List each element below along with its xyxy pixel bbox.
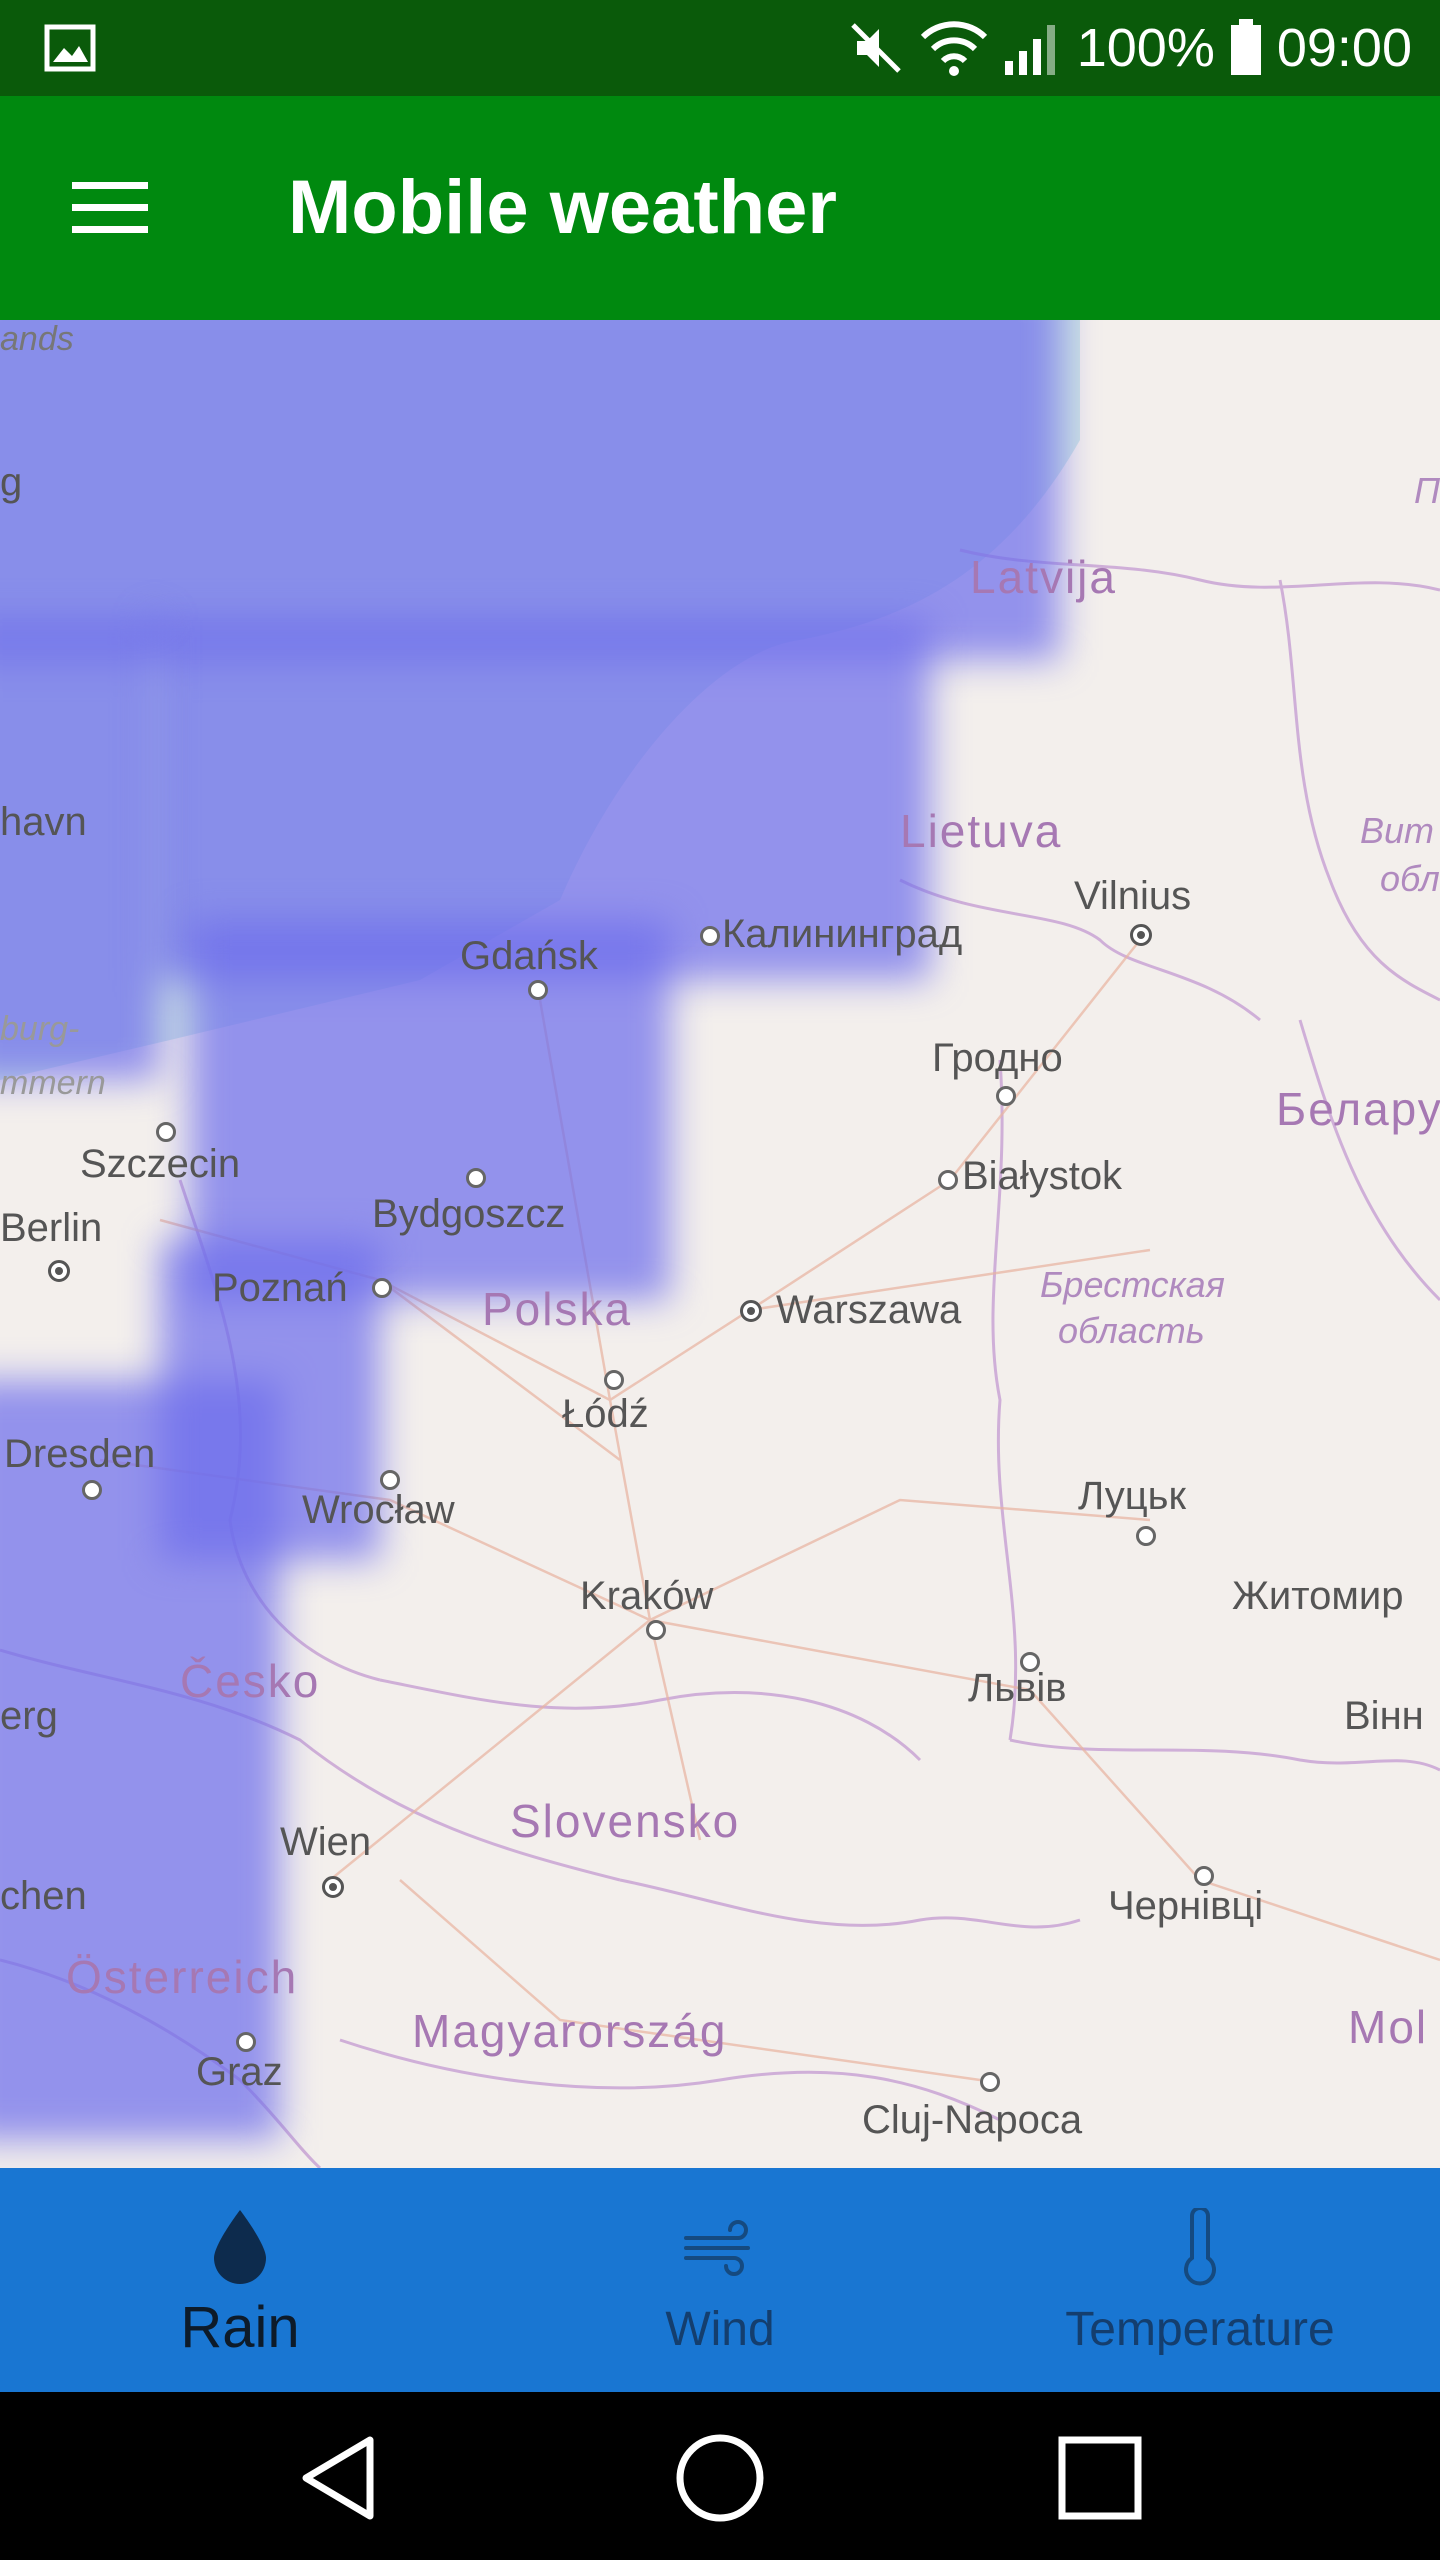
map-label: mmern bbox=[0, 1064, 106, 1102]
city-marker bbox=[156, 1122, 176, 1142]
map-label-city: Gdańsk bbox=[460, 934, 598, 978]
battery-percent: 100% bbox=[1076, 18, 1215, 78]
menu-button[interactable] bbox=[60, 166, 160, 250]
back-icon[interactable] bbox=[290, 2428, 390, 2528]
mute-icon bbox=[850, 23, 901, 73]
map-label: П bbox=[1414, 470, 1440, 511]
hamburger-menu-icon bbox=[72, 182, 148, 233]
city-marker bbox=[1194, 1866, 1214, 1886]
map-label-country: Latvija bbox=[970, 551, 1117, 603]
map-label-country: Magyarország bbox=[412, 2005, 728, 2057]
rain-overlay-north bbox=[0, 320, 1060, 660]
city-marker bbox=[996, 1086, 1016, 1106]
tab-temperature[interactable]: Temperature bbox=[960, 2168, 1440, 2392]
tab-wind[interactable]: Wind bbox=[480, 2168, 960, 2392]
signal-icon bbox=[1004, 25, 1055, 75]
map-label-city: Kraków bbox=[580, 1574, 714, 1618]
map-label: havn bbox=[0, 800, 87, 844]
home-icon[interactable] bbox=[670, 2428, 770, 2528]
map-label-city: Dresden bbox=[4, 1432, 156, 1476]
map-label-city: Warszawa bbox=[776, 1288, 962, 1332]
city-marker bbox=[528, 980, 548, 1000]
city-marker bbox=[380, 1470, 400, 1490]
map-label-country: Белару bbox=[1276, 1083, 1440, 1135]
map-label-country: Polska bbox=[482, 1283, 633, 1335]
map-label-city: Калининград bbox=[722, 912, 963, 956]
capital-marker bbox=[322, 1876, 344, 1898]
map-label-city: Berlin bbox=[0, 1206, 103, 1250]
map-label-city: Wien bbox=[280, 1820, 372, 1864]
recents-icon[interactable] bbox=[1050, 2428, 1150, 2528]
city-marker bbox=[236, 2032, 256, 2052]
map-label-city: Львів bbox=[968, 1666, 1067, 1710]
city-marker bbox=[82, 1480, 102, 1500]
map-label-city: Чернівці bbox=[1108, 1884, 1264, 1928]
app-title: Mobile weather bbox=[288, 165, 837, 250]
gallery-icon bbox=[44, 24, 96, 72]
map-label-city: Вінн bbox=[1344, 1694, 1424, 1738]
map-label-city: Szczecin bbox=[80, 1142, 241, 1186]
map-label-city: Bydgoszcz bbox=[372, 1192, 566, 1236]
map-label-city: Луцьк bbox=[1078, 1474, 1186, 1518]
city-marker bbox=[372, 1278, 392, 1298]
city-marker bbox=[466, 1168, 486, 1188]
map-label-country: Lietuva bbox=[900, 805, 1063, 857]
bottom-navigation: Rain Wind Temperature bbox=[0, 2168, 1440, 2392]
map-label: ands bbox=[0, 320, 74, 358]
capital-marker bbox=[48, 1260, 70, 1282]
map-label-country: Österreich bbox=[66, 1951, 299, 2003]
map-label-city: Гродно bbox=[932, 1036, 1063, 1080]
tab-label: Temperature bbox=[1065, 2303, 1335, 2356]
map-label-city: Cluj-Napoca bbox=[862, 2098, 1083, 2142]
tab-label: Wind bbox=[665, 2303, 775, 2356]
map-label-country: Slovensko bbox=[510, 1795, 741, 1847]
map-label-country: Mol bbox=[1348, 2001, 1429, 2053]
system-navigation-bar bbox=[0, 2392, 1440, 2560]
map-label: g bbox=[0, 460, 23, 504]
wind-icon bbox=[684, 2220, 750, 2276]
weather-map[interactable]: ands g havn burg- mmern Latvija П Lietuv… bbox=[0, 320, 1440, 2168]
city-marker bbox=[980, 2072, 1000, 2092]
map-label-city: Graz bbox=[196, 2050, 283, 2094]
city-marker bbox=[938, 1170, 958, 1190]
city-marker bbox=[604, 1370, 624, 1390]
city-marker bbox=[646, 1620, 666, 1640]
wifi-icon bbox=[920, 21, 987, 76]
map-label-city: Poznań bbox=[212, 1266, 348, 1310]
map-label: обл bbox=[1380, 858, 1440, 899]
map-label-city: Białystok bbox=[962, 1154, 1123, 1198]
raindrop-icon bbox=[214, 2210, 266, 2284]
clock: 09:00 bbox=[1276, 18, 1412, 78]
map-label-city: Vilnius bbox=[1074, 874, 1192, 918]
map-label-country: Česko bbox=[180, 1655, 321, 1707]
capital-marker bbox=[740, 1300, 762, 1322]
capital-marker bbox=[1130, 924, 1152, 946]
map-label: Вит bbox=[1360, 810, 1435, 851]
map-label-region: область bbox=[1058, 1310, 1205, 1351]
battery-icon bbox=[1230, 19, 1261, 75]
city-marker bbox=[1136, 1526, 1156, 1546]
map-label-city: Житомир bbox=[1232, 1574, 1404, 1618]
tab-label: Rain bbox=[180, 2295, 300, 2360]
tab-rain[interactable]: Rain bbox=[0, 2168, 480, 2392]
map-label: erg bbox=[0, 1694, 58, 1738]
map-label-city: Wrocław bbox=[302, 1488, 455, 1532]
map-label: burg- bbox=[0, 1010, 80, 1048]
map-label-city: Łódź bbox=[562, 1392, 649, 1436]
thermometer-icon bbox=[1184, 2208, 1216, 2286]
status-bar: 100% 09:00 bbox=[0, 0, 1440, 96]
map-label-region: Брестская bbox=[1040, 1264, 1225, 1305]
city-marker bbox=[700, 926, 720, 946]
app-bar: Mobile weather bbox=[0, 96, 1440, 320]
map-label: chen bbox=[0, 1874, 87, 1918]
